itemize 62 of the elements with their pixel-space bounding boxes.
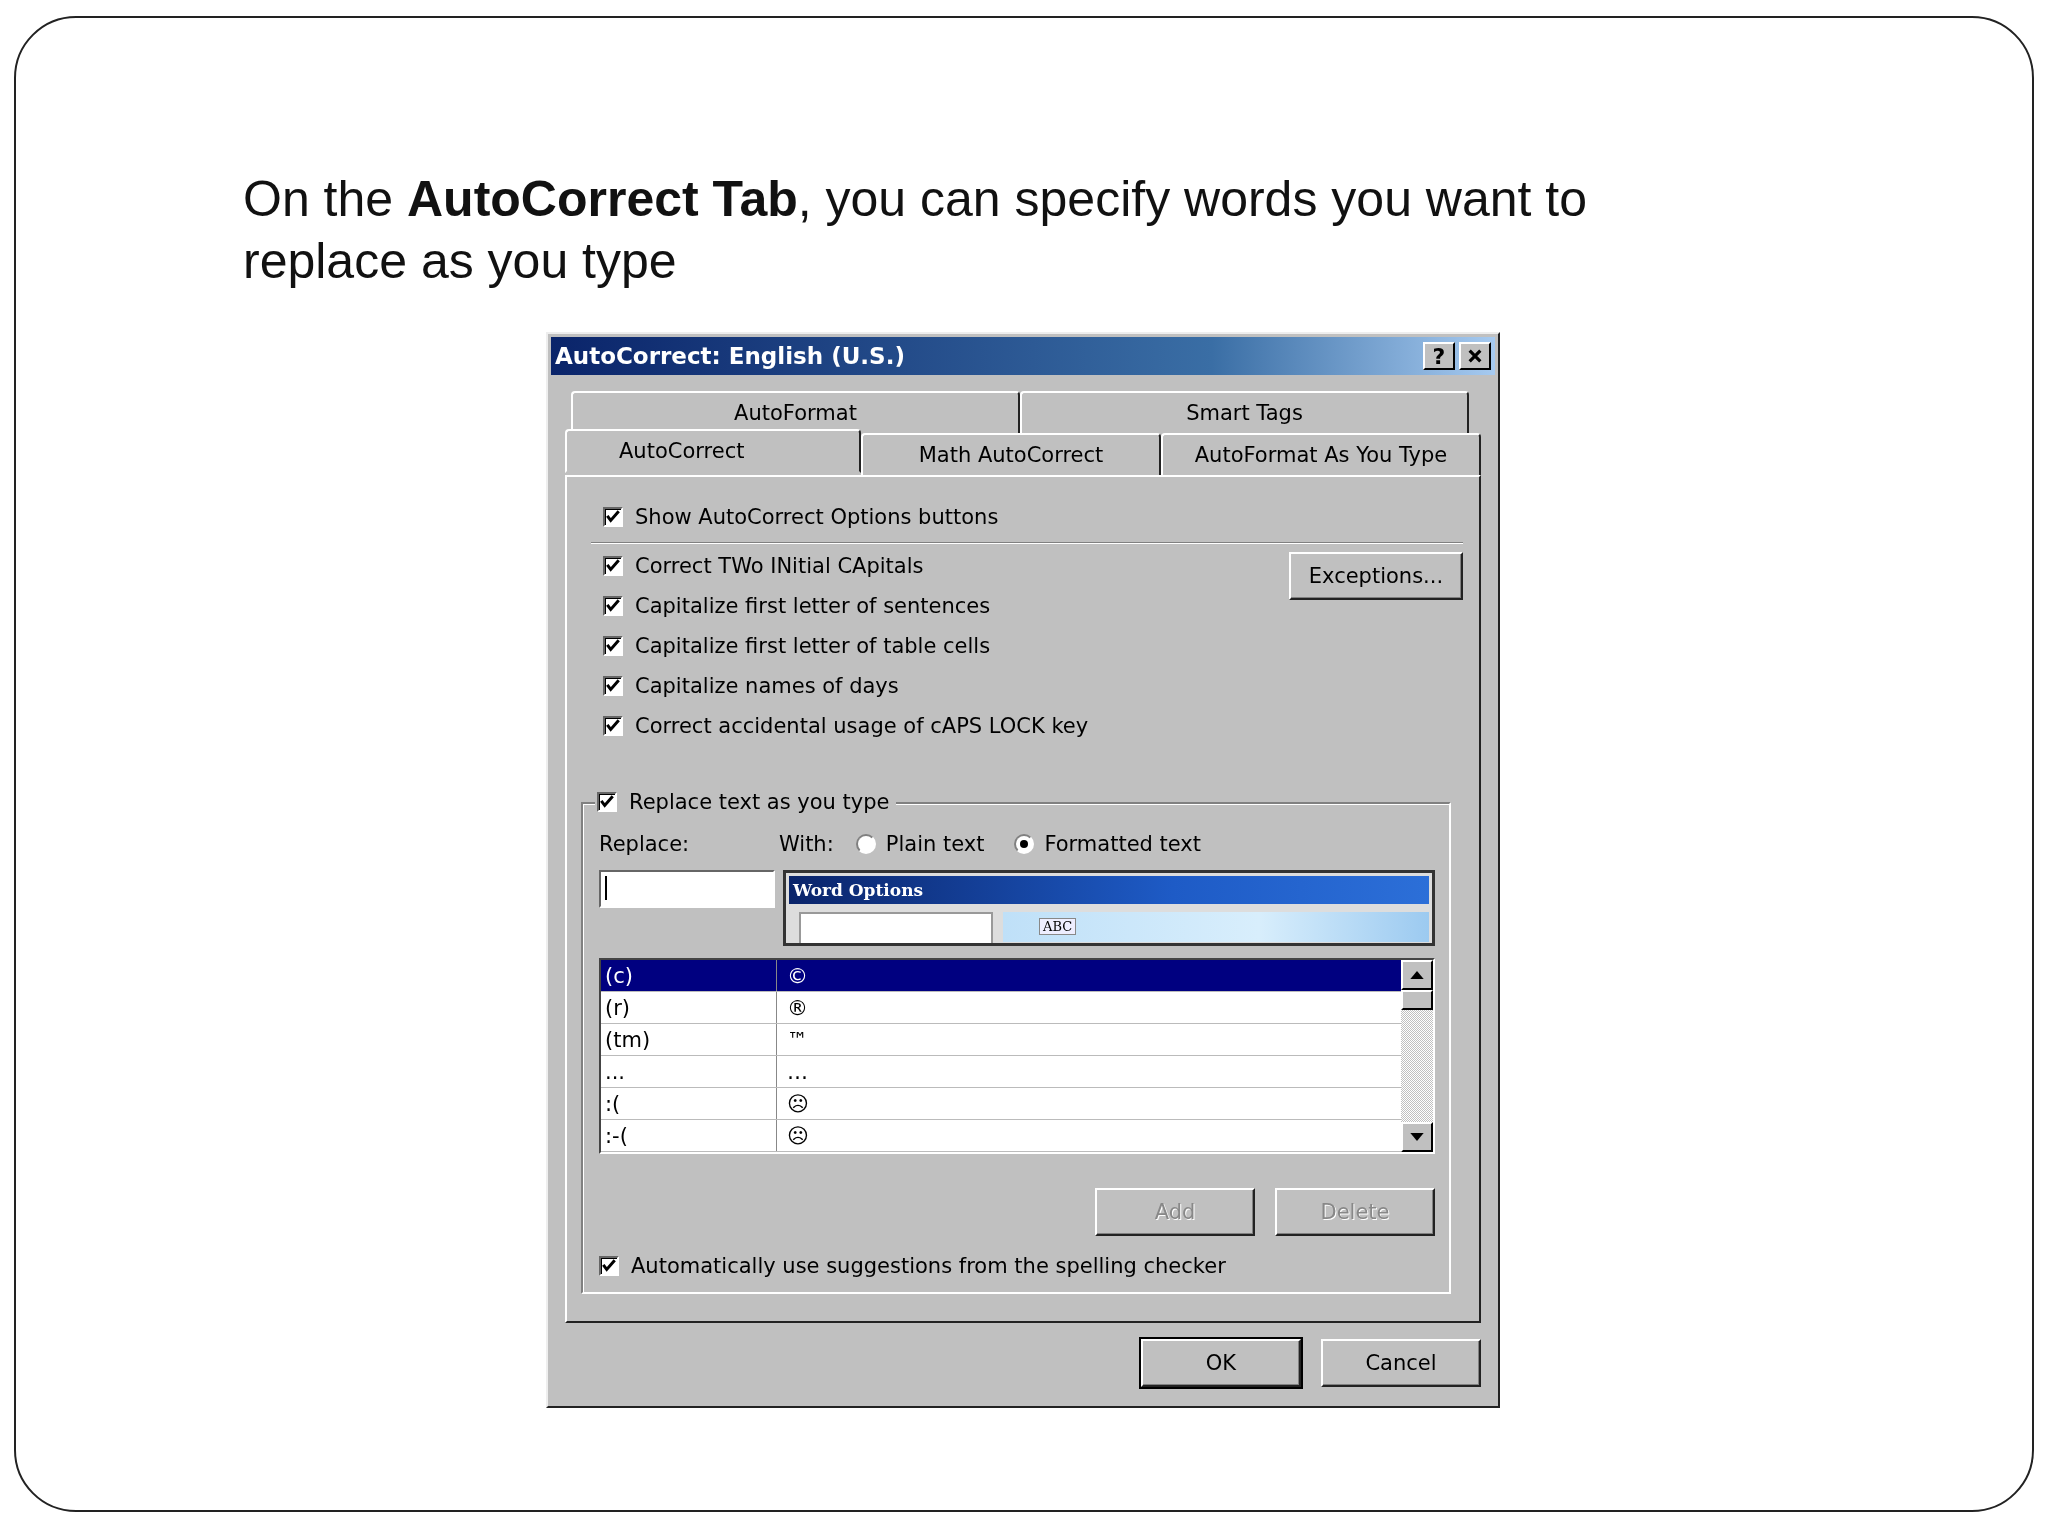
heading-text: On the AutoCorrect Tab, you can specify words you want to replace as you type [243, 170, 1589, 291]
list-cell-text: ☹ [786, 1091, 809, 1116]
checkbox[interactable] [603, 636, 623, 656]
exceptions-button[interactable]: Exceptions... [1289, 552, 1463, 600]
preview-title: Word Options [789, 876, 1429, 904]
checkbox[interactable] [603, 507, 623, 527]
tab[interactable]: Smart Tags [1020, 391, 1469, 433]
checkbox-label[interactable]: Automatically use suggestions from the spelling checker [631, 1254, 1226, 1278]
checkbox[interactable] [603, 676, 623, 696]
list-row[interactable]: :( ☹ [601, 1088, 1401, 1120]
list-cell: ... [601, 1056, 777, 1087]
list-row[interactable]: (c) © [601, 960, 1401, 992]
list-cell: :-( [601, 1120, 777, 1151]
replace-field[interactable] [599, 870, 775, 908]
list-row[interactable]: (r) ® [601, 992, 1401, 1024]
checkbox-label[interactable]: Replace text as you type [629, 790, 890, 814]
close-button[interactable] [1459, 342, 1491, 370]
scroll-down-button[interactable] [1401, 1122, 1433, 1152]
radio-label[interactable]: Formatted text [1044, 832, 1201, 856]
list-cell-text: © [786, 963, 808, 988]
checkbox-label[interactable]: Correct TWo INitial CApitals [635, 554, 924, 578]
replace-label: Replace: [599, 832, 691, 856]
list-row[interactable]: (tm) ™ [601, 1024, 1401, 1056]
tab[interactable]: AutoFormat [571, 391, 1020, 433]
checkbox[interactable] [599, 1256, 619, 1276]
button[interactable]: OK [1141, 1339, 1301, 1387]
radio-button[interactable] [855, 834, 876, 854]
help-button[interactable]: ? [1423, 342, 1455, 370]
preview-tag: ABC [1039, 918, 1077, 935]
list-row[interactable]: :-( ☹ [601, 1120, 1401, 1152]
checkbox[interactable] [603, 716, 623, 736]
down-arrow-icon [1410, 1133, 1424, 1141]
list-cell-text: ☹ [786, 1123, 809, 1148]
checkbox-label[interactable]: Show AutoCorrect Options buttons [635, 505, 999, 529]
list-cell: :( [601, 1088, 777, 1119]
checkbox-label[interactable]: Capitalize first letter of sentences [635, 594, 991, 618]
list-row[interactable]: ... … [601, 1056, 1401, 1088]
scroll-up-button[interactable] [1401, 960, 1433, 990]
checkbox-label[interactable]: Capitalize first letter of table cells [635, 634, 991, 658]
checkbox[interactable] [603, 556, 623, 576]
scrollbar[interactable] [1401, 960, 1433, 1152]
radio-label[interactable]: Plain text [885, 832, 985, 856]
list-cell-text: ™ [786, 1027, 808, 1052]
list-cell-text: ® [786, 995, 808, 1020]
tab[interactable]: AutoFormat As You Type [1161, 433, 1481, 475]
button[interactable]: Cancel [1321, 1339, 1481, 1387]
window-title: AutoCorrect: English (U.S.) [555, 343, 905, 369]
close-icon [1467, 348, 1483, 364]
radio-button[interactable] [1014, 834, 1035, 854]
scroll-thumb[interactable] [1401, 990, 1433, 1010]
list-cell: (tm) [601, 1024, 777, 1055]
with-label: With: [779, 832, 834, 856]
list-cell: (r) [601, 992, 777, 1023]
checkbox-label[interactable]: Capitalize names of days [635, 674, 899, 698]
list-cell: (c) [601, 960, 777, 991]
tab[interactable]: Math AutoCorrect [861, 433, 1161, 475]
list-cell-text: … [786, 1059, 808, 1084]
tab[interactable]: AutoCorrect [565, 429, 861, 473]
checkbox[interactable] [597, 792, 617, 812]
checkbox-label[interactable]: Correct accidental usage of cAPS LOCK key [635, 714, 1089, 738]
up-arrow-icon [1410, 971, 1424, 979]
checkbox[interactable] [603, 596, 623, 616]
